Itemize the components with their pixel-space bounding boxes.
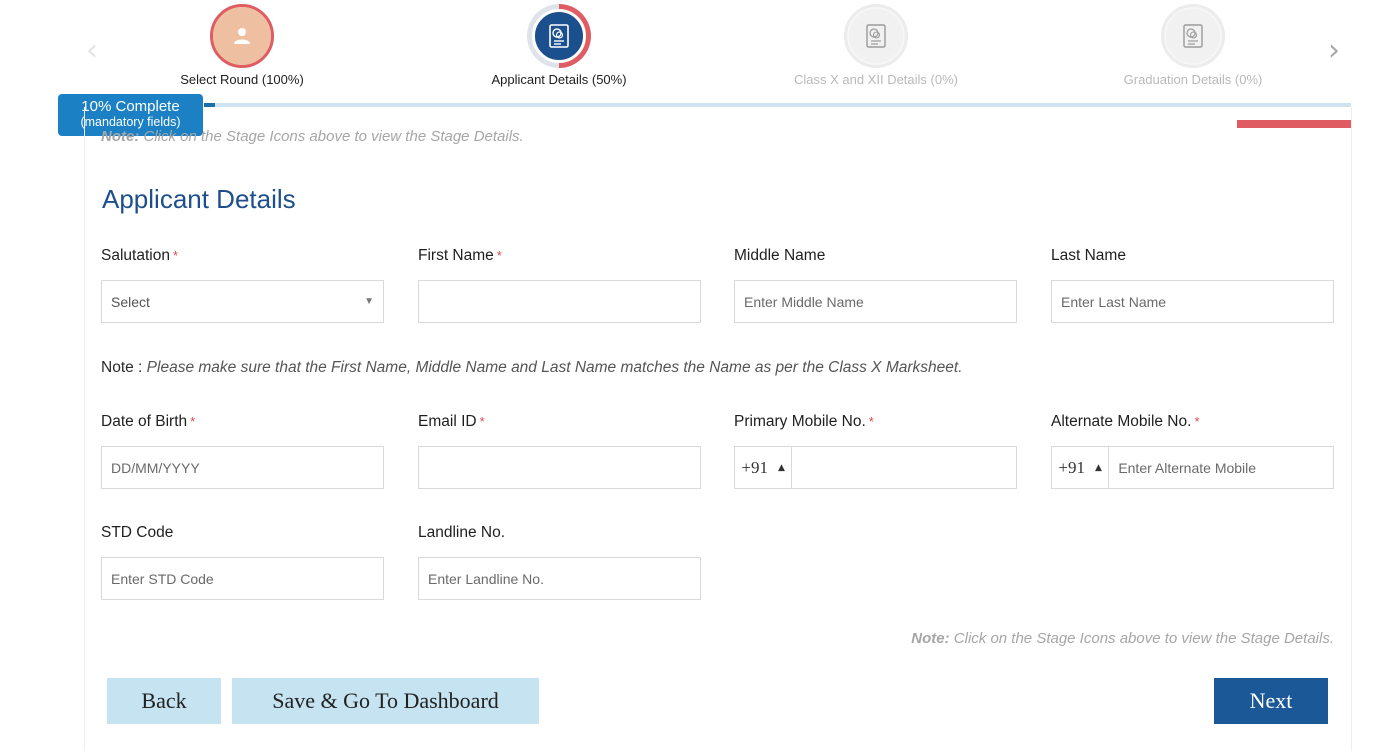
stage-note-top: Note: Click on the Stage Icons above to … xyxy=(101,128,524,145)
std-code-field: STD Code xyxy=(101,524,384,600)
email-field: Email ID * xyxy=(418,413,701,489)
salutation-select[interactable]: Select ▼ xyxy=(101,280,384,323)
name-match-note: Note : Please make sure that the First N… xyxy=(101,359,963,376)
save-dashboard-button[interactable]: Save & Go To Dashboard xyxy=(232,678,539,724)
email-input[interactable] xyxy=(428,447,691,488)
primary-country-code-select[interactable]: +91 ▲ xyxy=(735,447,793,488)
step-class-x-xii-details[interactable]: Class X and XII Details (0%) xyxy=(756,4,996,87)
stepper-prev-arrow[interactable]: ‹ xyxy=(86,36,98,66)
last-name-input[interactable] xyxy=(1061,281,1324,322)
landline-field: Landline No. xyxy=(418,524,701,600)
caret-up-icon: ▲ xyxy=(777,462,785,473)
step-label: Graduation Details (0%) xyxy=(1123,72,1263,87)
document-icon xyxy=(549,24,569,48)
salutation-field: Salutation * Select ▼ xyxy=(101,247,384,323)
user-icon xyxy=(234,28,250,44)
alternate-country-code-select[interactable]: +91 ▲ xyxy=(1052,447,1110,488)
std-code-input[interactable] xyxy=(111,558,374,599)
step-graduation-details[interactable]: Graduation Details (0%) xyxy=(1073,4,1313,87)
step-circle-done[interactable] xyxy=(210,4,274,68)
landline-input[interactable] xyxy=(428,558,691,599)
middle-name-input[interactable] xyxy=(744,281,1007,322)
step-applicant-details[interactable]: Applicant Details (50%) xyxy=(439,4,679,87)
alternate-mobile-field: Alternate Mobile No. * +91 ▲ xyxy=(1051,413,1334,489)
step-circle-pending[interactable] xyxy=(1161,4,1225,68)
middle-name-field: Middle Name xyxy=(734,247,1017,323)
last-name-field: Last Name xyxy=(1051,247,1334,323)
salutation-value: Select xyxy=(111,293,150,310)
caret-up-icon: ▲ xyxy=(1094,462,1102,473)
dob-input[interactable] xyxy=(111,447,374,488)
alternate-mobile-input[interactable] xyxy=(1109,447,1333,488)
document-icon xyxy=(1183,24,1203,48)
step-label: Class X and XII Details (0%) xyxy=(793,72,958,87)
step-select-round[interactable]: Select Round (100%) xyxy=(122,4,362,87)
back-button[interactable]: Back xyxy=(107,678,221,724)
step-circle-active[interactable] xyxy=(527,4,591,68)
stage-note-bottom: Note: Click on the Stage Icons above to … xyxy=(911,630,1334,647)
stage-stepper: ‹ Select Round (100%) Applicant Details … xyxy=(0,0,1379,100)
primary-mobile-field: Primary Mobile No. * +91 ▲ xyxy=(734,413,1017,489)
chevron-down-icon: ▼ xyxy=(364,296,374,307)
step-label: Select Round (100%) xyxy=(180,72,304,87)
first-name-field: First Name * xyxy=(418,247,701,323)
step-label: Applicant Details (50%) xyxy=(491,72,627,87)
next-button[interactable]: Next xyxy=(1214,678,1328,724)
step-circle-pending[interactable] xyxy=(844,4,908,68)
page-title: Applicant Details xyxy=(102,184,296,214)
document-icon xyxy=(866,24,886,48)
stepper-next-arrow[interactable]: › xyxy=(1328,36,1340,66)
primary-mobile-input[interactable] xyxy=(792,447,1016,488)
first-name-input[interactable] xyxy=(428,281,691,322)
dob-field: Date of Birth * xyxy=(101,413,384,489)
